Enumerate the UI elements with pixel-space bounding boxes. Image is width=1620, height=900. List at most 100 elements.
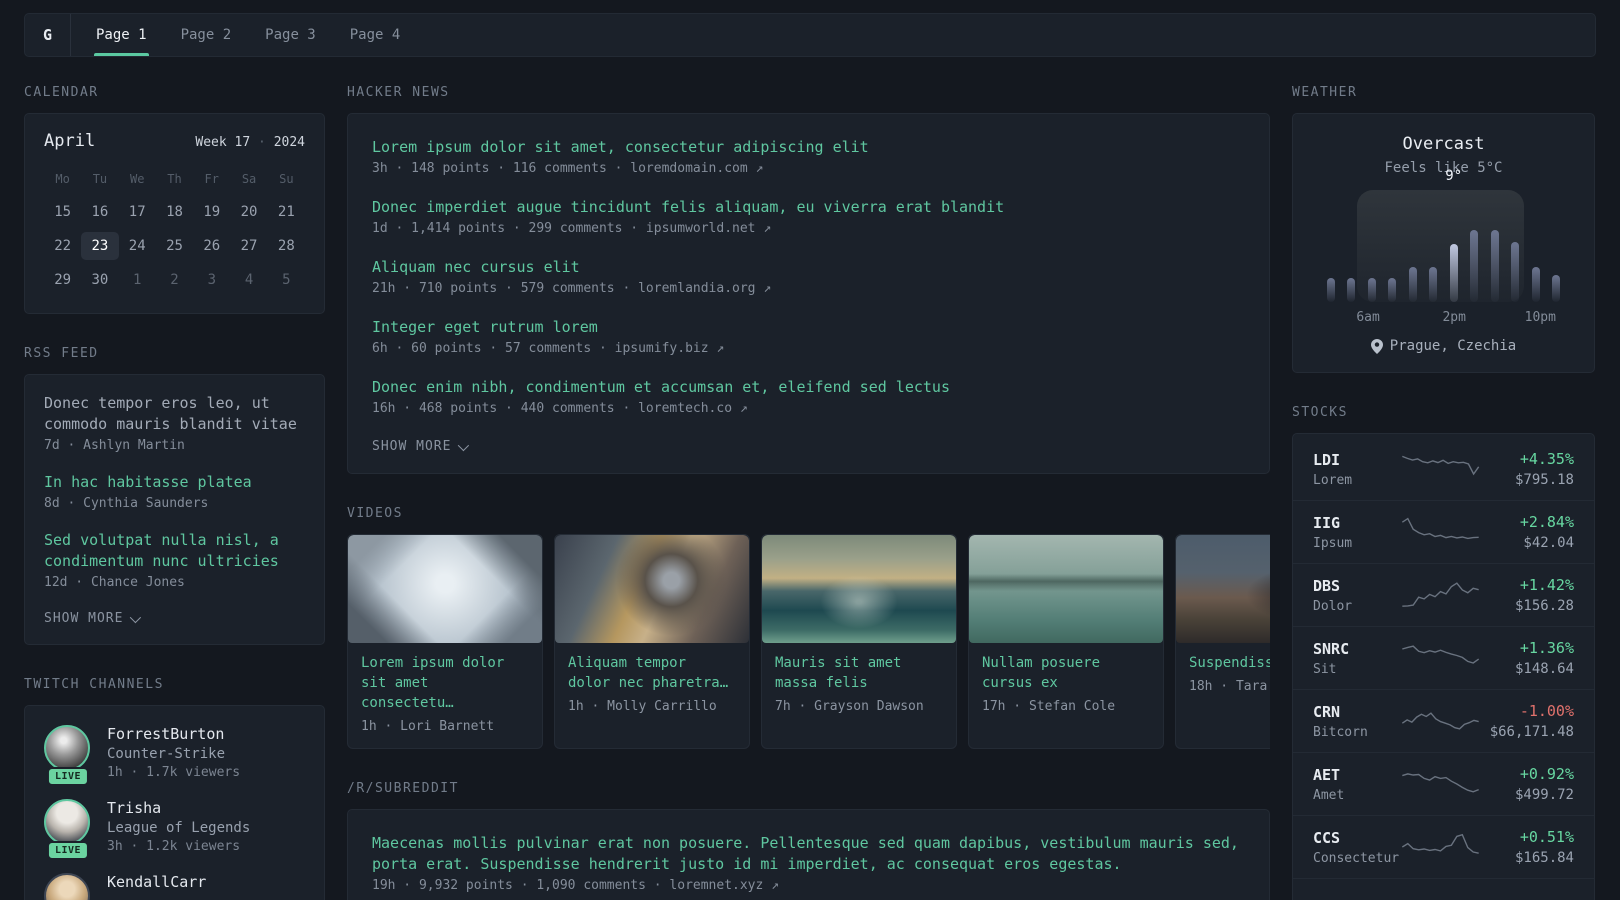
stock-row[interactable]: CRN Bitcorn -1.00% $66,171.48 xyxy=(1293,690,1594,753)
calendar-section-title: CALENDAR xyxy=(24,85,99,100)
twitch-channel-game: Counter-Strike xyxy=(107,746,226,762)
stocks-card: LDI Lorem +4.35% $795.18 IIG Ipsum +2.84… xyxy=(1292,433,1595,900)
weather-bar xyxy=(1551,190,1560,302)
avatar[interactable] xyxy=(44,873,90,900)
hn-item-meta[interactable]: 1d · 1,414 points · 299 comments · ipsum… xyxy=(372,221,1245,236)
video-thumbnail[interactable] xyxy=(348,535,542,643)
calendar-day: 16 xyxy=(91,204,109,220)
video-title[interactable]: Aliquam tempor dolor nec pharetra… xyxy=(568,653,736,693)
twitch-channel-row[interactable]: LIVE ForrestBurton Counter-Strike 1h · 1… xyxy=(44,725,305,786)
video-title[interactable]: Lorem ipsum dolor sit amet consectetu… xyxy=(361,653,529,713)
stock-row[interactable]: SNRC Sit +1.36% $148.64 xyxy=(1293,627,1594,690)
hn-item: Donec imperdiet augue tincidunt felis al… xyxy=(372,197,1245,236)
app-logo: G xyxy=(25,14,71,56)
weather-card: Overcast Feels like 5°C 9° 6am 2pm 10pm Pr… xyxy=(1292,113,1595,373)
twitch-channel-name[interactable]: ForrestBurton xyxy=(107,725,240,743)
calendar-day: 27 xyxy=(240,238,258,254)
weather-bar xyxy=(1347,190,1356,302)
weather-bar xyxy=(1511,190,1520,302)
rss-item-title[interactable]: Sed volutpat nulla nisl, a condimentum n… xyxy=(44,530,305,572)
rss-item: In hac habitasse platea 8d · Cynthia Sau… xyxy=(44,472,305,511)
calendar-year: 2024 xyxy=(273,135,305,150)
subreddit-post-title[interactable]: Maecenas mollis pulvinar erat non posuer… xyxy=(372,833,1245,875)
video-thumbnail[interactable] xyxy=(555,535,749,643)
weather-feels-like: Feels like 5°C xyxy=(1384,160,1503,176)
rss-card: Donec tempor eros leo, ut commodo mauris… xyxy=(24,374,325,645)
video-thumbnail[interactable] xyxy=(762,535,956,643)
weather-bar xyxy=(1531,190,1540,302)
avatar[interactable] xyxy=(44,799,90,845)
hn-item-title[interactable]: Aliquam nec cursus elit xyxy=(372,257,1245,278)
stock-change: +4.35% xyxy=(1519,450,1574,468)
videos-widget: VIDEOS Lorem ipsum dolor sit amet consec… xyxy=(347,506,1270,749)
twitch-channel-name[interactable]: Trisha xyxy=(107,799,250,817)
tab-page-2[interactable]: Page 2 xyxy=(164,14,249,56)
stock-name: Sit xyxy=(1313,661,1337,677)
hn-item-meta[interactable]: 16h · 468 points · 440 comments · loremt… xyxy=(372,401,1245,416)
hn-item-title[interactable]: Lorem ipsum dolor sit amet, consectetur … xyxy=(372,137,1245,158)
stock-row[interactable]: AHS +0.46% xyxy=(1293,879,1594,900)
rss-item-title[interactable]: In hac habitasse platea xyxy=(44,472,305,493)
hn-item-title[interactable]: Integer eget rutrum lorem xyxy=(372,317,1245,338)
hn-item: Donec enim nibh, condimentum et accumsan… xyxy=(372,377,1245,416)
twitch-channel-meta: 3h · 1.2k viewers xyxy=(107,839,241,854)
stock-row[interactable]: IIG Ipsum +2.84% $42.04 xyxy=(1293,501,1594,564)
video-title[interactable]: Suspendisse diam xyxy=(1189,653,1270,673)
rss-item: Donec tempor eros leo, ut commodo mauris… xyxy=(44,393,305,453)
stock-symbol: IIG xyxy=(1313,513,1341,532)
twitch-avatar-wrap: LIVE xyxy=(44,799,92,860)
subreddit-post: Maecenas mollis pulvinar erat non posuer… xyxy=(372,833,1245,893)
calendar-day: 20 xyxy=(240,204,258,220)
twitch-card: LIVE ForrestBurton Counter-Strike 1h · 1… xyxy=(24,705,325,900)
twitch-channel-row[interactable]: KendallCarr xyxy=(44,873,305,900)
hn-item-meta[interactable]: 6h · 60 points · 57 comments · ipsumify.… xyxy=(372,341,1245,356)
stock-name: Consectetur xyxy=(1313,850,1400,866)
twitch-avatar-wrap xyxy=(44,873,92,900)
subreddit-section-title: /R/SUBREDDIT xyxy=(347,781,459,796)
tab-page-1[interactable]: Page 1 xyxy=(79,14,164,56)
stock-row[interactable]: AET Amet +0.92% $499.72 xyxy=(1293,753,1594,816)
calendar-grid: Mo Tu We Th Fr Sa Su 15 16 17 18 19 20 2… xyxy=(44,168,305,294)
twitch-channel-row[interactable]: LIVE Trisha League of Legends 3h · 1.2k … xyxy=(44,799,305,860)
weekday-label: Fr xyxy=(204,172,219,186)
hn-item-meta[interactable]: 21h · 710 points · 579 comments · loreml… xyxy=(372,281,1245,296)
video-meta: 1h · Lori Barnett xyxy=(361,719,495,734)
video-title[interactable]: Nullam posuere cursus ex xyxy=(982,653,1150,693)
tab-page-4[interactable]: Page 4 xyxy=(333,14,418,56)
video-thumbnail[interactable] xyxy=(1176,535,1270,643)
stock-symbol: LDI xyxy=(1313,450,1341,469)
video-meta: 1h · Molly Carrillo xyxy=(568,699,717,714)
hn-show-more-button[interactable]: SHOW MORE xyxy=(372,439,470,454)
stock-name: Amet xyxy=(1313,787,1345,803)
stock-sparkline xyxy=(1399,891,1482,900)
weather-widget: WEATHER Overcast Feels like 5°C 9° 6am 2p… xyxy=(1292,85,1595,373)
calendar-card: April Week 17 · 2024 Mo Tu We Th Fr Sa S… xyxy=(24,113,325,314)
calendar-day: 19 xyxy=(203,204,221,220)
rss-item-title[interactable]: Donec tempor eros leo, ut commodo mauris… xyxy=(44,393,305,435)
rss-show-more-button[interactable]: SHOW MORE xyxy=(44,611,142,626)
stock-sparkline xyxy=(1399,703,1482,739)
twitch-channel-name[interactable]: KendallCarr xyxy=(107,873,206,891)
video-thumbnail[interactable] xyxy=(969,535,1163,643)
calendar-day: 15 xyxy=(54,204,72,220)
stock-sparkline xyxy=(1399,829,1482,865)
stock-price: $795.18 xyxy=(1514,472,1574,488)
weather-bar xyxy=(1490,190,1499,302)
stock-price: $156.28 xyxy=(1514,598,1574,614)
video-title[interactable]: Mauris sit amet massa felis xyxy=(775,653,943,693)
calendar-day-selected: 23 xyxy=(81,232,119,260)
stock-row[interactable]: DBS Dolor +1.42% $156.28 xyxy=(1293,564,1594,627)
tab-page-3[interactable]: Page 3 xyxy=(248,14,333,56)
chevron-down-icon xyxy=(458,439,470,451)
hn-item-meta[interactable]: 3h · 148 points · 116 comments · loremdo… xyxy=(372,161,1245,176)
time-tick-label: 10pm xyxy=(1524,310,1556,325)
stock-row[interactable]: LDI Lorem +4.35% $795.18 xyxy=(1293,438,1594,501)
video-meta: 17h · Stefan Cole xyxy=(982,699,1116,714)
hn-item-title[interactable]: Donec enim nibh, condimentum et accumsan… xyxy=(372,377,1245,398)
subreddit-post-meta[interactable]: 19h · 9,932 points · 1,090 comments · lo… xyxy=(372,878,1245,893)
hn-item-title[interactable]: Donec imperdiet augue tincidunt felis al… xyxy=(372,197,1245,218)
stock-row[interactable]: CCS Consectetur +0.51% $165.84 xyxy=(1293,816,1594,879)
weather-condition: Overcast xyxy=(1402,134,1485,154)
calendar-day-next-month: 3 xyxy=(207,272,216,288)
avatar[interactable] xyxy=(44,725,90,771)
